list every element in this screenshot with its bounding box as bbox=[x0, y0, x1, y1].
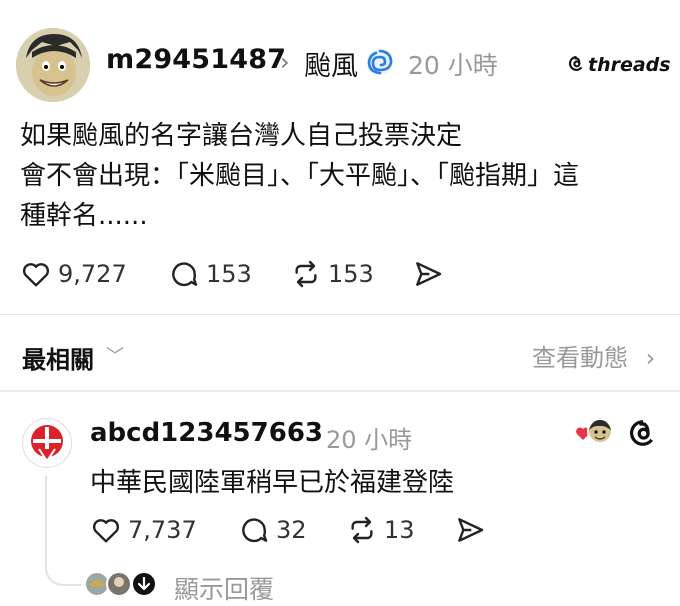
repost-count: 153 bbox=[328, 260, 374, 288]
view-activity-link[interactable]: 查看動態 › bbox=[532, 338, 655, 373]
thread-line bbox=[45, 476, 47, 572]
comment-time: 20 小時 bbox=[326, 426, 413, 454]
section-divider bbox=[0, 390, 680, 392]
comment-icon bbox=[172, 262, 198, 287]
threads-logo-icon bbox=[568, 55, 585, 72]
reply-avatars[interactable] bbox=[84, 570, 160, 598]
cyclone-icon bbox=[366, 48, 394, 76]
view-activity-label: 查看動態 bbox=[532, 344, 628, 372]
commenter-avatar[interactable] bbox=[22, 418, 72, 468]
show-replies-link[interactable]: 顯示回覆 bbox=[174, 570, 274, 606]
comment-repost-count: 13 bbox=[384, 516, 415, 544]
reply-count: 153 bbox=[206, 260, 252, 288]
like-button[interactable]: 9,727 bbox=[20, 258, 127, 290]
comment-reply-button[interactable]: 32 bbox=[238, 514, 307, 546]
chevron-right-icon: › bbox=[280, 48, 290, 76]
author-avatar[interactable] bbox=[16, 28, 90, 102]
share-button[interactable] bbox=[412, 258, 450, 290]
heart-icon bbox=[92, 519, 120, 543]
like-count: 9,727 bbox=[58, 260, 127, 288]
post-text: 如果颱風的名字讓台灣人自己投票決定 會不會出現：「米颱目」、「大平颱」、「颱指期… bbox=[20, 121, 580, 231]
repost-button[interactable]: 153 bbox=[290, 258, 374, 290]
comment-like-button[interactable]: 7,737 bbox=[90, 514, 197, 546]
post-time: 20 小時 bbox=[408, 51, 498, 80]
send-icon bbox=[416, 262, 442, 286]
chevron-down-icon[interactable]: ﹀ bbox=[106, 342, 124, 368]
reply-connector bbox=[45, 560, 81, 586]
comment-text: 中華民國陸軍稍早已於福建登陸 bbox=[90, 468, 455, 498]
heart-icon bbox=[22, 263, 50, 287]
send-icon bbox=[458, 518, 484, 542]
comment-share-button[interactable] bbox=[454, 514, 492, 546]
threads-icon[interactable] bbox=[628, 418, 658, 448]
threads-wordmark: threads bbox=[588, 54, 671, 76]
divider bbox=[0, 314, 680, 315]
comment-icon bbox=[242, 518, 268, 543]
author-liked-indicator bbox=[574, 418, 614, 446]
comment-repost-button[interactable]: 13 bbox=[346, 514, 415, 546]
sort-dropdown[interactable]: 最相關 bbox=[22, 340, 94, 375]
repost-icon bbox=[351, 516, 373, 544]
repost-icon bbox=[295, 260, 317, 288]
comment-reply-count: 32 bbox=[276, 516, 307, 544]
topic-tag[interactable]: 颱風 bbox=[304, 44, 358, 83]
reply-button[interactable]: 153 bbox=[168, 258, 252, 290]
chevron-right-icon: › bbox=[645, 344, 656, 372]
commenter-username[interactable]: abcd123457663 bbox=[90, 418, 323, 448]
author-username[interactable]: m29451487 bbox=[106, 44, 286, 75]
comment-like-count: 7,737 bbox=[128, 516, 197, 544]
